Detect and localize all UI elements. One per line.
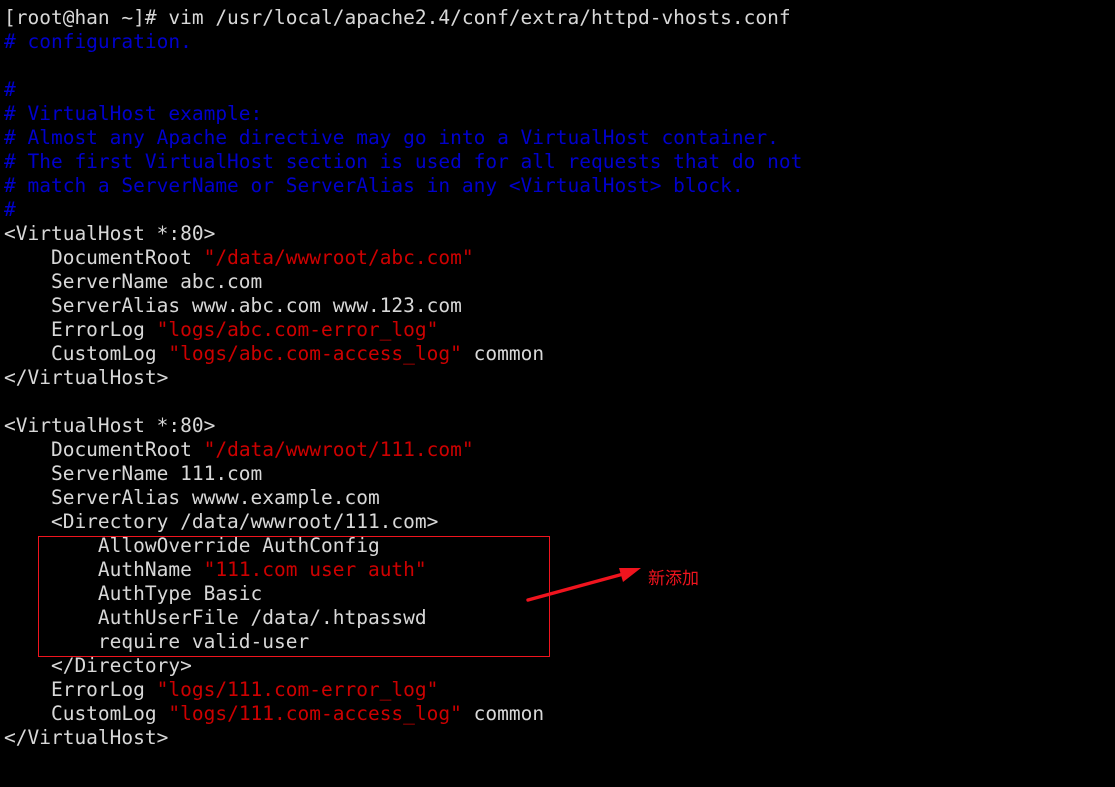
file-line-segment: <VirtualHost *:80>: [4, 414, 216, 437]
file-line: ServerName 111.com: [4, 462, 802, 486]
file-line: ServerName abc.com: [4, 270, 802, 294]
file-line-segment: CustomLog: [4, 342, 169, 365]
file-line: # The first VirtualHost section is used …: [4, 150, 802, 174]
file-line: </Directory>: [4, 654, 802, 678]
file-line: AuthName "111.com user auth": [4, 558, 802, 582]
file-line-segment: </Directory>: [4, 654, 192, 677]
file-line: ServerAlias www.abc.com www.123.com: [4, 294, 802, 318]
file-line-segment: AllowOverride AuthConfig: [4, 534, 380, 557]
file-line: AuthType Basic: [4, 582, 802, 606]
file-line: ServerAlias wwww.example.com: [4, 486, 802, 510]
file-line: ErrorLog "logs/111.com-error_log": [4, 678, 802, 702]
file-line: </VirtualHost>: [4, 726, 802, 750]
file-line-segment: ServerAlias www.abc.com www.123.com: [4, 294, 462, 317]
file-line-segment: ErrorLog: [4, 678, 157, 701]
file-line: </VirtualHost>: [4, 366, 802, 390]
file-line-segment: ServerAlias wwww.example.com: [4, 486, 380, 509]
file-line: CustomLog "logs/111.com-access_log" comm…: [4, 702, 802, 726]
file-line: CustomLog "logs/abc.com-access_log" comm…: [4, 342, 802, 366]
file-line-segment: ErrorLog: [4, 318, 157, 341]
file-line: # match a ServerName or ServerAlias in a…: [4, 174, 802, 198]
shell-prompt-line: [root@han ~]# vim /usr/local/apache2.4/c…: [4, 6, 791, 29]
file-line-segment: "logs/abc.com-access_log": [168, 342, 462, 365]
file-line: ErrorLog "logs/abc.com-error_log": [4, 318, 802, 342]
file-line-segment: <VirtualHost *:80>: [4, 222, 216, 245]
file-line-segment: # VirtualHost example:: [4, 102, 263, 125]
file-line-segment: AuthName: [4, 558, 204, 581]
file-line: DocumentRoot "/data/wwwroot/111.com": [4, 438, 802, 462]
vim-file-content[interactable]: # configuration. # # VirtualHost example: #…: [4, 30, 802, 750]
file-line: DocumentRoot "/data/wwwroot/abc.com": [4, 246, 802, 270]
file-line: #: [4, 198, 802, 222]
file-line: [4, 390, 802, 414]
file-line: require valid-user: [4, 630, 802, 654]
file-line-segment: "logs/111.com-error_log": [156, 678, 439, 701]
file-line-segment: CustomLog: [4, 702, 169, 725]
file-line-segment: ServerName 111.com: [4, 462, 263, 485]
file-line-segment: "logs/abc.com-error_log": [156, 318, 439, 341]
file-line-segment: DocumentRoot: [4, 246, 204, 269]
file-line: # configuration.: [4, 30, 802, 54]
file-line: AuthUserFile /data/.htpasswd: [4, 606, 802, 630]
file-line-segment: # match a ServerName or ServerAlias in a…: [4, 174, 744, 197]
file-line-segment: common: [461, 702, 545, 725]
file-line-segment: # Almost any Apache directive may go int…: [4, 126, 779, 149]
file-line-segment: # configuration.: [4, 30, 192, 53]
file-line-segment: ServerName abc.com: [4, 270, 263, 293]
file-line-segment: common: [461, 342, 545, 365]
terminal-window: [root@han ~]# vim /usr/local/apache2.4/c…: [0, 0, 1115, 787]
file-line: [4, 54, 802, 78]
file-line: # Almost any Apache directive may go int…: [4, 126, 802, 150]
file-line-segment: DocumentRoot: [4, 438, 204, 461]
file-line-segment: # The first VirtualHost section is used …: [4, 150, 803, 173]
terminal-text-area[interactable]: [root@han ~]# vim /usr/local/apache2.4/c…: [0, 0, 802, 750]
file-line-segment: </VirtualHost>: [4, 726, 169, 749]
file-line-segment: AuthType Basic: [4, 582, 263, 605]
file-line-segment: #: [4, 198, 16, 221]
file-line: AllowOverride AuthConfig: [4, 534, 802, 558]
file-line-segment: </VirtualHost>: [4, 366, 169, 389]
file-line-segment: "logs/111.com-access_log": [168, 702, 462, 725]
file-line: # VirtualHost example:: [4, 102, 802, 126]
file-line-segment: AuthUserFile /data/.htpasswd: [4, 606, 427, 629]
file-line-segment: "111.com user auth": [203, 558, 427, 581]
file-line: <VirtualHost *:80>: [4, 414, 802, 438]
file-line: #: [4, 78, 802, 102]
file-line: <VirtualHost *:80>: [4, 222, 802, 246]
file-line-segment: <Directory /data/wwwroot/111.com>: [4, 510, 439, 533]
file-line: <Directory /data/wwwroot/111.com>: [4, 510, 802, 534]
file-line-segment: require valid-user: [4, 630, 310, 653]
file-line-segment: "/data/wwwroot/111.com": [203, 438, 474, 461]
file-line-segment: "/data/wwwroot/abc.com": [203, 246, 474, 269]
file-line-segment: #: [4, 78, 16, 101]
